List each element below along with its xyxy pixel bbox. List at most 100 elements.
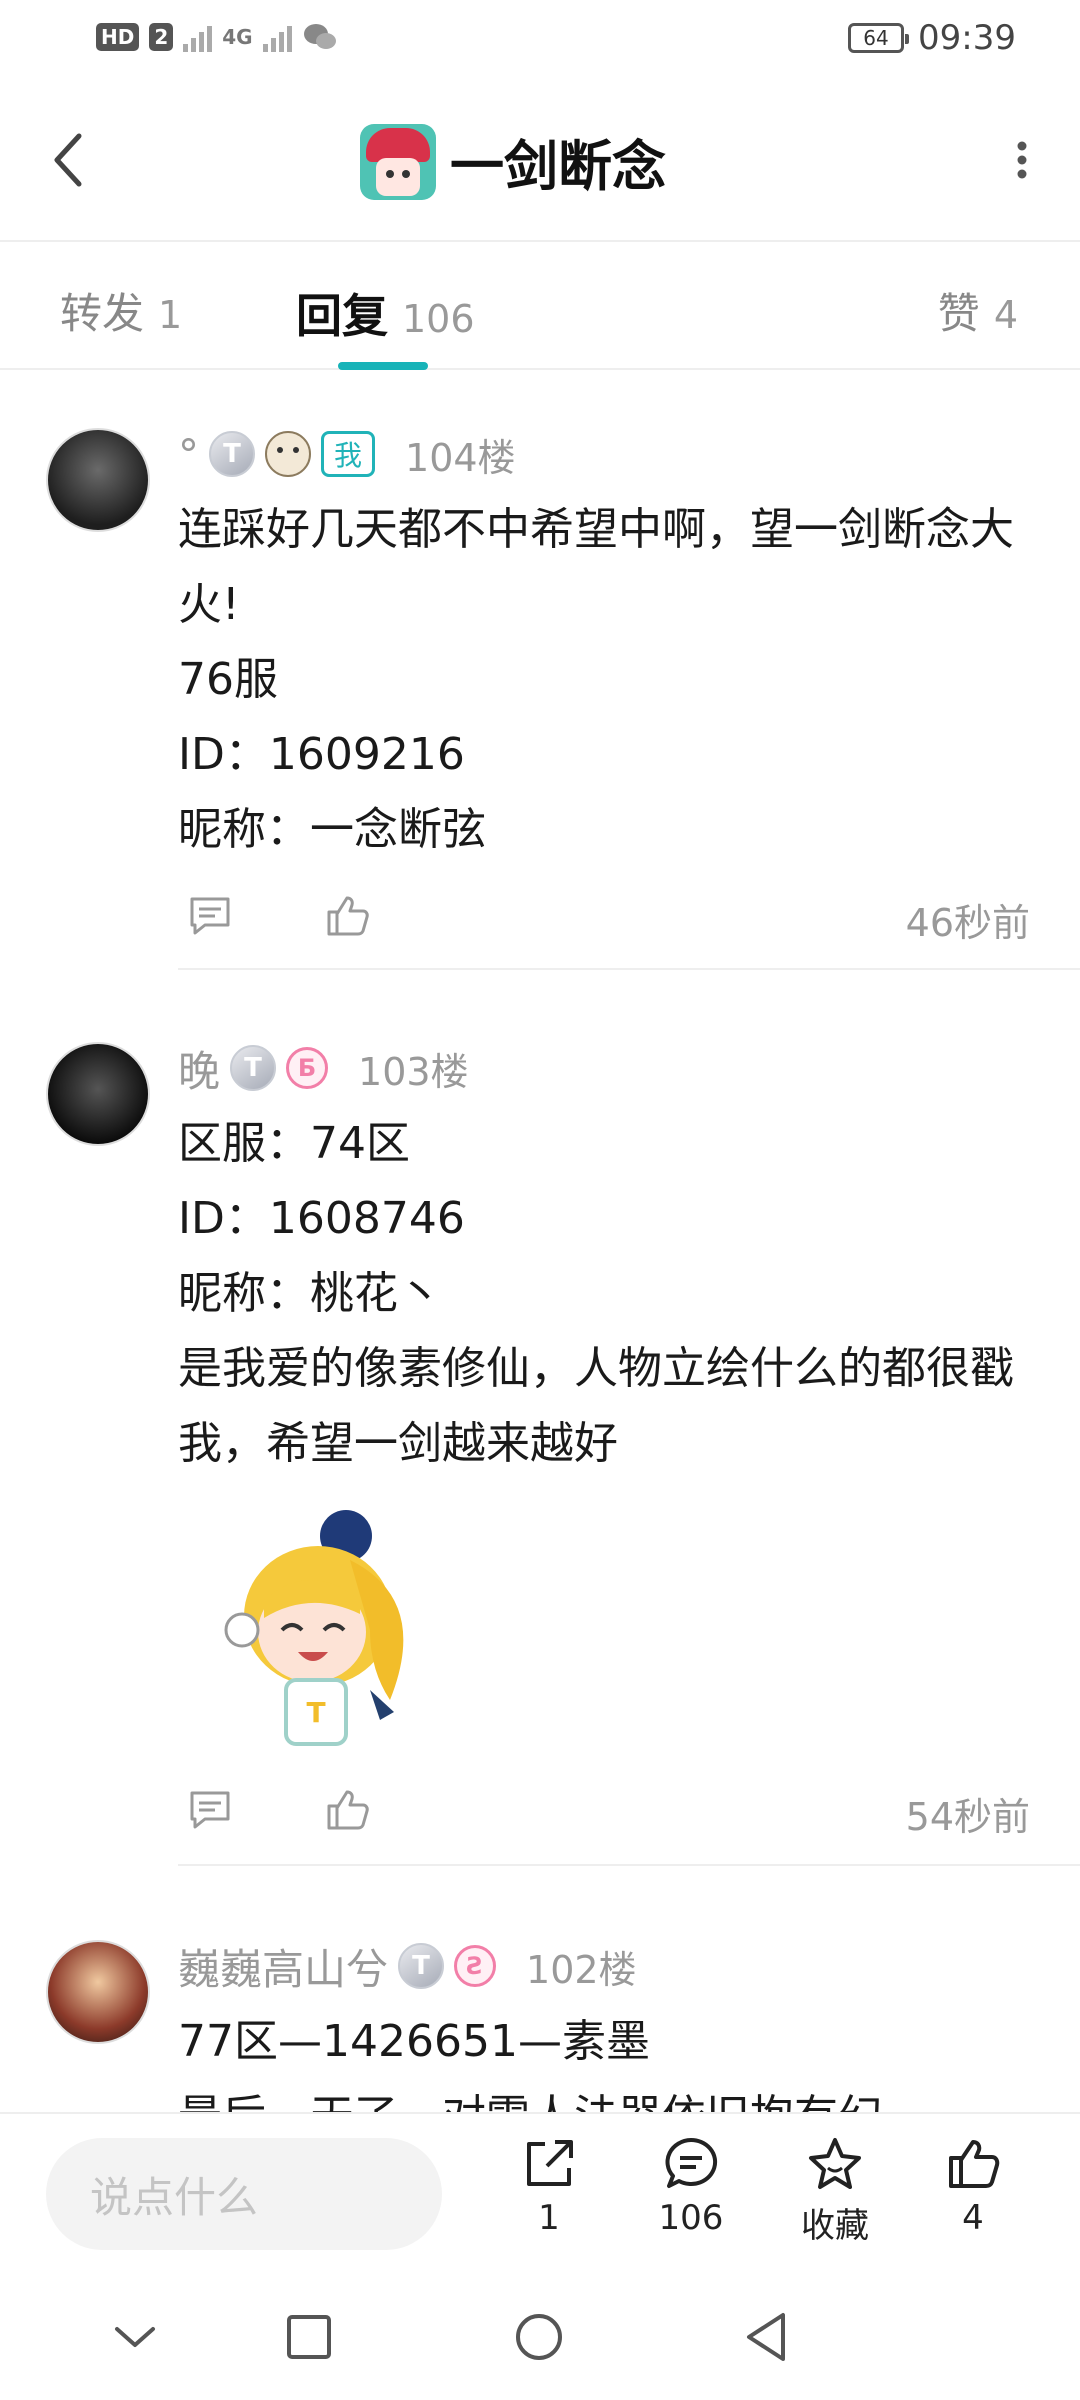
star-icon bbox=[809, 2138, 861, 2189]
fan-level-badge: Ƨ bbox=[454, 1945, 497, 1987]
back-button[interactable] bbox=[40, 125, 96, 195]
share-button[interactable]: 1 bbox=[494, 2136, 604, 2238]
battery-icon: 64 bbox=[848, 23, 910, 53]
more-button[interactable] bbox=[994, 125, 1050, 195]
me-tag: 我 bbox=[321, 431, 376, 477]
comment-line: 是我爱的像素修仙，人物立绘什么的都很戳我，希望一剑越来越好 bbox=[178, 1343, 1014, 1469]
username[interactable]: 晚 bbox=[178, 1038, 220, 1099]
nav-recents-button[interactable] bbox=[274, 2302, 344, 2372]
floor-number: 103楼 bbox=[358, 1049, 469, 1094]
page-title: 一剑断念 bbox=[450, 135, 666, 198]
status-bar: HD 2 4G 64 09:39 bbox=[0, 0, 1080, 80]
fan-badge-icon bbox=[265, 431, 311, 477]
comment-icon bbox=[190, 1791, 230, 1829]
network-type: 4G bbox=[222, 25, 253, 49]
reply-button[interactable] bbox=[180, 1780, 240, 1840]
comment-input[interactable]: 说点什么 bbox=[46, 2138, 442, 2250]
tab-count: 1 bbox=[158, 293, 183, 337]
sim-indicator: 2 bbox=[149, 23, 174, 51]
square-icon bbox=[287, 2315, 331, 2359]
triangle-back-icon bbox=[747, 2313, 785, 2361]
chevron-down-icon bbox=[115, 2327, 155, 2347]
comment-line: 77区—1426651—素墨 bbox=[178, 2016, 650, 2067]
nav-hide-button[interactable] bbox=[100, 2302, 170, 2372]
comment-meta: 晚 T Б 103楼 bbox=[178, 1040, 469, 1096]
tab-like[interactable]: 赞 4 bbox=[938, 280, 1018, 341]
favorite-button[interactable]: 收藏 bbox=[780, 2136, 890, 2247]
floor-number: 104楼 bbox=[405, 435, 516, 480]
tab-reply[interactable]: 回复 106 bbox=[296, 280, 475, 346]
like-count: 4 bbox=[962, 2198, 984, 2238]
tab-repost[interactable]: 转发 1 bbox=[60, 280, 182, 341]
floor-number: 102楼 bbox=[526, 1947, 637, 1992]
username[interactable]: 巍巍高山兮 bbox=[178, 1936, 388, 1997]
signal-icon bbox=[183, 22, 213, 52]
more-vertical-icon bbox=[1017, 141, 1027, 179]
divider bbox=[178, 968, 1080, 970]
tab-label: 回复 bbox=[296, 289, 388, 343]
comment-line: ID：1609216 bbox=[178, 729, 465, 780]
favorite-label: 收藏 bbox=[801, 2206, 869, 2246]
level-badge: T bbox=[230, 1045, 277, 1091]
tab-label: 转发 bbox=[60, 289, 145, 338]
comment-meta: 巍巍高山兮 T Ƨ 102楼 bbox=[178, 1938, 637, 1994]
avatar[interactable] bbox=[46, 1940, 150, 2044]
battery-level: 64 bbox=[863, 26, 889, 50]
share-count: 1 bbox=[538, 2198, 560, 2238]
avatar[interactable] bbox=[46, 428, 150, 532]
sticker-image[interactable]: T bbox=[200, 1490, 440, 1760]
comment-button[interactable]: 106 bbox=[636, 2136, 746, 2238]
avatar[interactable] bbox=[46, 1042, 150, 1146]
reply-button[interactable] bbox=[180, 886, 240, 946]
nav-back-button[interactable] bbox=[732, 2302, 802, 2372]
comment-time: 54秒前 bbox=[905, 1795, 1030, 1839]
comment-text: 连踩好几天都不中希望中啊，望一剑断念大火! 76服 ID：1609216 昵称：… bbox=[178, 492, 1038, 867]
game-avatar bbox=[360, 123, 436, 200]
like-post-button[interactable]: 4 bbox=[918, 2136, 1028, 2238]
comment-line: 76服 bbox=[178, 654, 278, 705]
game-title: 一剑断念 bbox=[360, 122, 666, 201]
comment-actions: 54秒前 bbox=[178, 1780, 1038, 1840]
comment-meta: ° T 我 104楼 bbox=[178, 426, 516, 482]
comment-time: 46秒前 bbox=[905, 901, 1030, 945]
thumbs-up-icon bbox=[327, 1790, 369, 1830]
system-nav-bar bbox=[0, 2272, 1080, 2400]
level-badge: T bbox=[398, 1943, 445, 1989]
bottom-action-bar: 说点什么 1 106 收藏 4 bbox=[0, 2112, 1080, 2270]
level-badge: T bbox=[209, 431, 255, 477]
circle-icon bbox=[516, 2314, 562, 2360]
tab-label: 赞 bbox=[937, 289, 980, 338]
comment-line: 区服：74区 bbox=[178, 1118, 410, 1169]
comment-actions: 46秒前 bbox=[178, 886, 1038, 946]
share-icon bbox=[527, 2140, 573, 2186]
like-button[interactable] bbox=[318, 886, 378, 946]
comment-line: 昵称：桃花丶 bbox=[178, 1268, 442, 1319]
thumbs-up-icon bbox=[327, 896, 369, 936]
hd-indicator: HD bbox=[96, 23, 140, 51]
like-button[interactable] bbox=[318, 1780, 378, 1840]
status-indicators: HD 2 4G bbox=[96, 22, 338, 52]
comment-line: 昵称：一念断弦 bbox=[178, 804, 486, 855]
comment-text: 77区—1426651—素墨 最后一天了，对雷人法器依旧抱有幻 bbox=[178, 2004, 1038, 2112]
active-tab-indicator bbox=[338, 362, 428, 370]
divider bbox=[178, 1864, 1080, 1866]
thumbs-up-icon bbox=[949, 2140, 1000, 2188]
comment-icon bbox=[190, 897, 230, 935]
clock: 09:39 bbox=[918, 18, 1016, 58]
tab-count: 106 bbox=[402, 297, 475, 341]
comment-bubble-icon bbox=[665, 2137, 718, 2188]
comment-count: 106 bbox=[658, 2198, 724, 2238]
comment-item: 巍巍高山兮 T Ƨ 102楼 77区—1426651—素墨 最后一天了，对雷人法… bbox=[0, 1930, 1080, 2112]
fan-level-badge: Б bbox=[286, 1047, 329, 1089]
comment-line: ID：1608746 bbox=[178, 1193, 465, 1244]
signal-icon-2 bbox=[262, 22, 292, 52]
chevron-left-icon bbox=[54, 133, 82, 187]
wechat-icon bbox=[303, 24, 336, 49]
comment-line: 最后一天了，对雷人法器依旧抱有幻 bbox=[178, 2079, 1038, 2112]
tab-bar: 转发 1 回复 106 赞 4 bbox=[0, 244, 1080, 370]
username[interactable]: ° bbox=[178, 430, 199, 479]
nav-home-button[interactable] bbox=[504, 2302, 574, 2372]
comment-line: 连踩好几天都不中希望中啊，望一剑断念大火! bbox=[178, 504, 1014, 630]
tab-count: 4 bbox=[993, 293, 1018, 337]
svg-text:T: T bbox=[306, 1696, 325, 1729]
